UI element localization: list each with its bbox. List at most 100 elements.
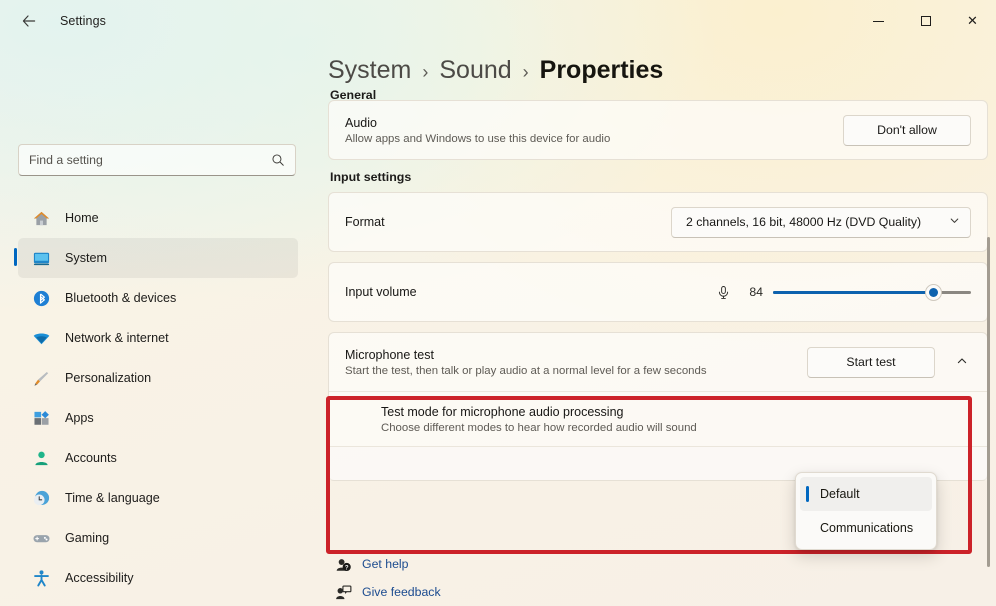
microphone-test-texts: Microphone test Start the test, then tal… [345,348,807,377]
sidebar-item-label: Home [65,211,99,225]
format-row: Format 2 channels, 16 bit, 48000 Hz (DVD… [329,193,987,251]
microphone-test-card: Microphone test Start the test, then tal… [328,332,988,481]
close-icon: ✕ [967,13,978,29]
test-mode-subtitle: Choose different modes to hear how recor… [381,421,697,434]
format-label: Format [345,215,385,229]
sidebar-item-system[interactable]: System [14,238,298,278]
option-label: Default [820,487,860,501]
sidebar-item-label: Accounts [65,451,117,465]
sidebar-item-label: Personalization [65,371,152,385]
give-feedback-link[interactable]: Give feedback [330,578,441,606]
collapse-expander-button[interactable] [945,345,979,379]
test-mode-option-communications[interactable]: Communications [800,511,932,545]
bluetooth-icon [31,288,51,308]
sidebar-item-apps[interactable]: Apps [18,398,298,438]
maximize-button[interactable] [902,0,949,42]
test-mode-title: Test mode for microphone audio processin… [381,404,624,419]
breadcrumb-separator: › [422,62,429,82]
brush-icon [31,368,51,388]
close-button[interactable]: ✕ [949,0,996,42]
test-mode-dropdown-flyout: Default Communications [795,472,937,550]
minimize-icon [873,20,884,22]
chevron-down-icon [949,215,960,229]
get-help-label: Get help [362,557,409,571]
input-volume-label: Input volume [345,285,417,299]
format-dropdown[interactable]: 2 channels, 16 bit, 48000 Hz (DVD Qualit… [671,206,971,238]
sidebar-item-label: Apps [65,411,94,425]
chevron-up-icon [956,355,968,370]
general-section-heading: General [330,88,377,102]
audio-texts: Audio Allow apps and Windows to use this… [345,116,843,145]
back-button[interactable] [12,6,46,36]
microphone-icon [716,285,731,300]
settings-list: General Audio Allow apps and Windows to … [320,88,996,481]
sidebar-item-label: Bluetooth & devices [65,291,177,305]
microphone-test-title: Microphone test [345,347,434,362]
sidebar-item-label: Time & language [65,491,160,505]
minimize-button[interactable] [855,0,902,42]
scrollbar[interactable] [987,237,990,567]
accessibility-icon [31,568,51,588]
dont-allow-button[interactable]: Don't allow [843,114,971,146]
sidebar-item-accessibility[interactable]: Accessibility [18,558,298,598]
input-settings-heading: Input settings [330,170,412,184]
breadcrumb-sound[interactable]: Sound [439,56,511,85]
display-icon [31,248,51,268]
format-value: 2 channels, 16 bit, 48000 Hz (DVD Qualit… [686,215,922,229]
get-help-link[interactable]: ? Get help [330,550,441,578]
help-question-icon: ? [330,556,356,573]
sidebar-nav: Home System Bluetooth & devices Network … [0,198,320,598]
sidebar-item-label: Accessibility [65,571,134,585]
input-volume-row: Input volume 84 [329,263,987,321]
sidebar-item-bluetooth-devices[interactable]: Bluetooth & devices [18,278,298,318]
sidebar-item-network-internet[interactable]: Network & internet [18,318,298,358]
microphone-test-body: Test mode for microphone audio processin… [329,391,987,480]
sidebar-item-time-language[interactable]: Time & language [18,478,298,518]
option-label: Communications [820,521,914,535]
slider-fill [773,291,934,294]
gamepad-icon [31,528,51,548]
sidebar-item-label: System [65,251,107,265]
sidebar-item-home[interactable]: Home [18,198,298,238]
search-box[interactable] [18,144,296,176]
svg-text:?: ? [344,565,348,571]
person-icon [31,448,51,468]
search-input[interactable] [29,153,271,167]
home-icon [31,208,51,228]
sidebar-item-label: Gaming [65,531,110,545]
breadcrumb: System › Sound › Properties [320,42,996,100]
input-volume-control: 84 [716,283,971,301]
wifi-icon [31,328,51,348]
input-volume-value: 84 [749,285,763,299]
format-card: Format 2 channels, 16 bit, 48000 Hz (DVD… [328,192,988,252]
arrow-left-icon [22,15,36,27]
breadcrumb-properties: Properties [539,56,664,84]
slider-thumb[interactable] [925,284,943,301]
input-volume-slider[interactable] [773,283,971,301]
input-volume-texts: Input volume [345,285,716,299]
sidebar-item-accounts[interactable]: Accounts [18,438,298,478]
breadcrumb-system[interactable]: System [328,56,411,85]
start-test-button[interactable]: Start test [807,346,935,378]
settings-window: Settings ✕ Find a setting Home System Bl… [0,0,996,606]
audio-row: Audio Allow apps and Windows to use this… [329,101,987,159]
sidebar-item-gaming[interactable]: Gaming [18,518,298,558]
title-bar: Settings ✕ [0,0,996,42]
test-mode-option-default[interactable]: Default [800,477,932,511]
format-texts: Format [345,215,671,229]
audio-card: Audio Allow apps and Windows to use this… [328,100,988,160]
search-container [18,144,298,176]
window-title: Settings [60,14,106,28]
apps-icon [31,408,51,428]
maximize-icon [920,16,931,26]
feedback-icon [330,584,356,601]
microphone-test-subtitle: Start the test, then talk or play audio … [345,364,707,377]
microphone-test-header: Microphone test Start the test, then tal… [329,333,987,391]
test-mode-row: Test mode for microphone audio processin… [329,392,987,446]
window-controls: ✕ [855,0,996,42]
clock-icon [31,488,51,508]
sidebar-item-label: Network & internet [65,331,169,345]
give-feedback-label: Give feedback [362,585,441,599]
audio-title: Audio [345,115,377,130]
sidebar-item-personalization[interactable]: Personalization [18,358,298,398]
